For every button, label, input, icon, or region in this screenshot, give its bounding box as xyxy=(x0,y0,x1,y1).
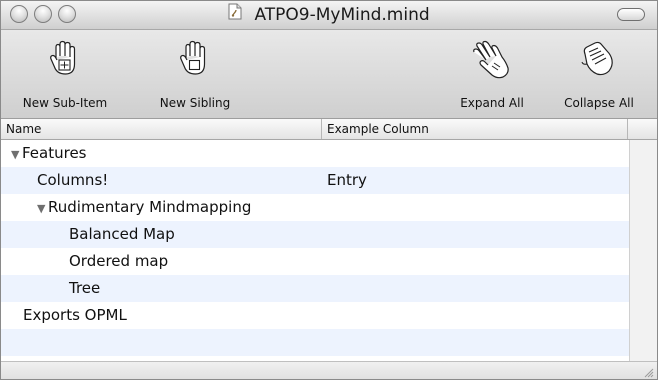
table-row[interactable] xyxy=(1,329,629,356)
column-header-example[interactable]: Example Column xyxy=(322,119,628,139)
table-header: Name Example Column xyxy=(1,119,657,140)
toolbar: New Sub-Item New Sibling Expand All Coll… xyxy=(1,30,657,119)
vertical-scrollbar[interactable] xyxy=(629,140,657,361)
table-row[interactable]: ▼ Rudimentary Mindmapping xyxy=(1,194,629,221)
toolbar-toggle-button[interactable] xyxy=(617,8,645,21)
collapse-all-button[interactable]: Collapse All xyxy=(549,30,649,118)
document-icon xyxy=(228,3,242,24)
resize-grip-icon[interactable] xyxy=(642,366,654,378)
row-name: Columns! xyxy=(37,171,109,189)
row-name: Rudimentary Mindmapping xyxy=(48,198,252,216)
hand-add-sibling-icon xyxy=(180,40,206,75)
table-row[interactable]: Balanced Map xyxy=(1,221,629,248)
table-row[interactable]: Ordered map xyxy=(1,248,629,275)
column-header-name[interactable]: Name xyxy=(1,119,322,139)
expand-all-button[interactable]: Expand All xyxy=(446,30,538,118)
table-row[interactable]: Columns! Entry xyxy=(1,167,629,194)
column-header-filler xyxy=(628,119,657,139)
table-row[interactable]: Tree xyxy=(1,275,629,302)
app-window: ATPO9-MyMind.mind New Sub-Item New Sibli… xyxy=(0,0,658,380)
closed-hand-icon xyxy=(581,41,613,76)
table-row[interactable]: Exports OPML xyxy=(1,302,629,329)
disclosure-triangle-icon[interactable]: ▼ xyxy=(11,141,21,168)
hand-add-child-icon xyxy=(50,40,76,75)
outline-table: ▼ Features Columns! Entry ▼ Rudimentary Mi… xyxy=(1,140,629,361)
title-bar[interactable]: ATPO9-MyMind.mind xyxy=(1,1,657,30)
open-hand-icon xyxy=(473,40,509,79)
row-name: Features xyxy=(22,144,87,162)
expand-all-label: Expand All xyxy=(460,96,524,110)
status-bar xyxy=(1,361,657,379)
new-sub-item-button[interactable]: New Sub-Item xyxy=(21,30,109,118)
new-sibling-button[interactable]: New Sibling xyxy=(151,30,239,118)
collapse-all-label: Collapse All xyxy=(564,96,634,110)
disclosure-triangle-icon[interactable]: ▼ xyxy=(37,195,47,222)
row-name: Ordered map xyxy=(69,252,169,270)
table-row[interactable]: ▼ Features xyxy=(1,140,629,167)
row-name: Tree xyxy=(69,279,101,297)
window-title: ATPO9-MyMind.mind xyxy=(254,5,430,25)
new-sibling-label: New Sibling xyxy=(159,96,231,110)
row-name: Exports OPML xyxy=(23,306,127,324)
row-value: Entry xyxy=(327,171,367,189)
new-sub-item-label: New Sub-Item xyxy=(22,96,108,110)
window-title-area: ATPO9-MyMind.mind xyxy=(1,1,657,29)
row-name: Balanced Map xyxy=(69,225,175,243)
